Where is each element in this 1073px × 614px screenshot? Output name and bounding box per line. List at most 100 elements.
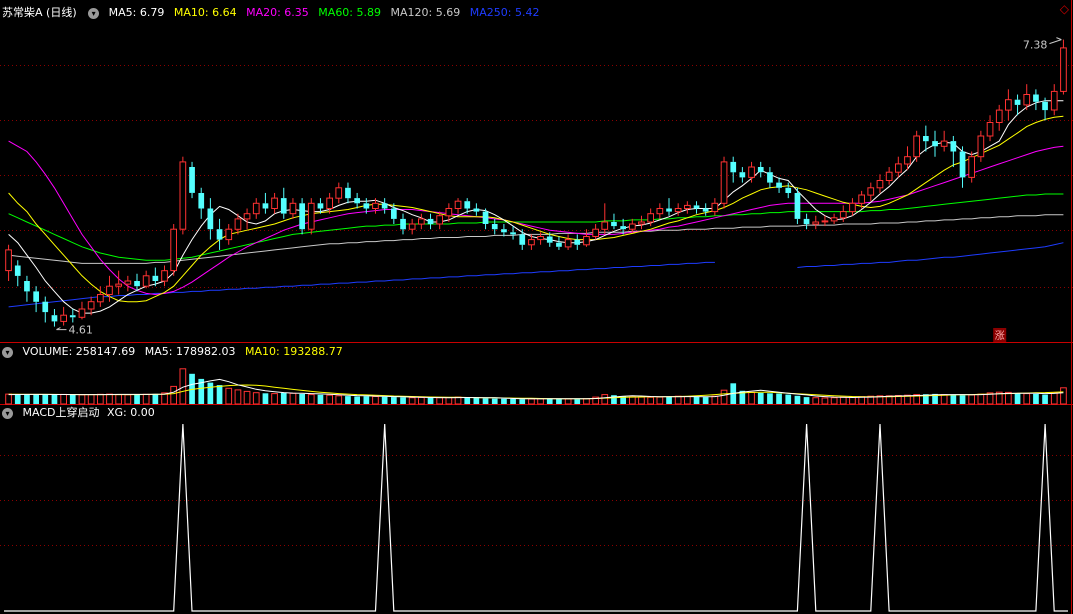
candle-body: [977, 135, 985, 158]
candle: [895, 156, 902, 178]
chevron-down-icon[interactable]: ▾: [88, 7, 100, 19]
volume-bar: [464, 397, 471, 404]
candle-body: [51, 315, 58, 322]
ma10-readout: MA10: 6.64: [173, 6, 237, 19]
volume-bar: [977, 393, 985, 405]
candle-body: [611, 222, 617, 227]
candle-body: [839, 211, 847, 219]
volume-bar: [60, 393, 67, 405]
xg-readout: XG: 0.00: [106, 406, 155, 419]
volume-bar: [711, 395, 719, 405]
candle-body: [803, 218, 810, 225]
indicator-name[interactable]: MACD上穿启动: [23, 406, 100, 419]
candle-body: [60, 314, 67, 322]
chevron-down-icon[interactable]: ▾: [2, 407, 13, 419]
candle: [977, 130, 985, 162]
chart-window: 7.38 4.61 涨 苏常柴A (日线) ▾ MA5: 6.79 MA10: 6.…: [0, 0, 1073, 614]
volume-bar: [1060, 387, 1067, 405]
volume-bar: [216, 385, 223, 404]
stock-name[interactable]: 苏常柴A: [2, 6, 43, 19]
diamond-icon[interactable]: ◇: [1060, 3, 1069, 15]
candle: [776, 177, 782, 193]
candle-body: [730, 161, 737, 173]
volume-bar: [252, 392, 260, 405]
volume-bar: [372, 396, 379, 405]
chart-canvas[interactable]: 7.38 4.61 涨: [0, 0, 1073, 614]
candle-body: [115, 283, 123, 287]
candle-body: [445, 208, 453, 217]
candle-body: [408, 223, 416, 230]
candle-body: [674, 208, 682, 213]
volume-bar: [1050, 392, 1058, 405]
volume-bar: [776, 393, 782, 404]
candle-body: [849, 202, 856, 213]
indicator-header: ▾ MACD上穿启动 XG: 0.00: [2, 405, 161, 421]
ma5-readout: MA5: 6.79: [108, 6, 165, 19]
candle-body: [69, 315, 76, 318]
volume-bar: [491, 398, 498, 404]
volume-bar: [445, 397, 453, 405]
candle: [69, 308, 76, 323]
candle: [207, 198, 214, 240]
volume-bar: [785, 394, 792, 404]
candle-body: [821, 220, 829, 223]
volume-bar: [556, 398, 562, 404]
ma60-readout: MA60: 5.89: [318, 6, 382, 19]
volume-plot: [5, 368, 1067, 405]
candle-body: [363, 203, 370, 209]
candle-body: [418, 218, 425, 225]
candle-body: [464, 201, 471, 209]
candle: [335, 182, 343, 204]
candle: [78, 301, 86, 320]
volume-bar: [702, 397, 709, 404]
candle-body: [629, 223, 636, 230]
candle: [124, 275, 132, 292]
period-label[interactable]: (日线): [46, 6, 77, 19]
chevron-down-icon[interactable]: ▾: [2, 346, 13, 358]
candle: [693, 201, 700, 214]
candle-body: [501, 229, 507, 233]
candle: [289, 198, 297, 219]
candle-body: [317, 203, 324, 209]
candle: [592, 224, 599, 240]
candle-body: [262, 203, 269, 209]
candle-body: [1023, 94, 1031, 106]
volume-bar: [583, 398, 590, 405]
candle: [354, 192, 360, 209]
volume-bar: [78, 394, 86, 405]
volume-bar: [564, 398, 572, 405]
candle: [702, 203, 709, 216]
volume-bar: [950, 394, 957, 404]
candle-body: [152, 275, 159, 281]
volume-bar: [674, 395, 682, 405]
candle: [252, 198, 260, 219]
candle-body: [968, 156, 975, 178]
candle: [830, 213, 838, 225]
candle: [812, 215, 820, 230]
candle-body: [1042, 101, 1048, 111]
volume-bar: [830, 397, 838, 405]
price-header: 苏常柴A (日线) ▾ MA5: 6.79 MA10: 6.64 MA20: 6…: [2, 5, 545, 21]
candle: [867, 182, 875, 202]
candle-body: [656, 208, 664, 215]
volume-bar: [142, 393, 150, 405]
volume-bar: [629, 396, 636, 405]
volume-bar: [959, 395, 966, 404]
volume-ma10-readout: MA10: 193288.77: [245, 345, 343, 358]
candle-body: [280, 198, 287, 214]
candle: [491, 218, 498, 235]
candle: [1050, 84, 1058, 116]
candle-body: [299, 203, 305, 230]
volume-bar: [363, 396, 370, 404]
volume-bar: [757, 392, 764, 404]
candle: [42, 296, 49, 323]
volume-bar: [436, 397, 443, 405]
candle: [501, 224, 507, 237]
candle: [959, 146, 966, 188]
candle: [876, 174, 884, 193]
candle: [950, 135, 957, 168]
volume-bar: [684, 396, 691, 405]
candle-body: [510, 232, 516, 235]
candle-body: [867, 187, 875, 196]
candle-body: [491, 224, 498, 230]
